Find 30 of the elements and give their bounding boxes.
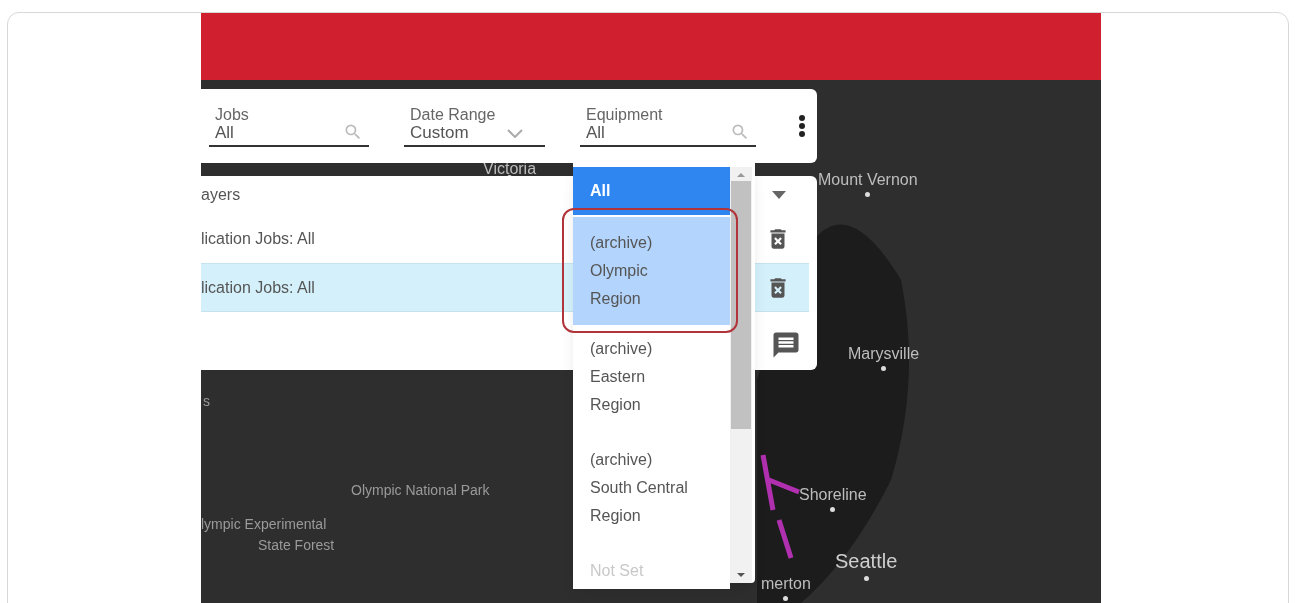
filter-field[interactable]: Date Range Custom <box>404 105 545 147</box>
map-place-label: Shoreline <box>799 485 867 505</box>
filter-label: Equipment <box>586 105 664 124</box>
scrollbar[interactable] <box>730 167 752 583</box>
map-place-label: merton <box>761 574 811 594</box>
filter-value: Custom <box>410 123 469 142</box>
caret-icon <box>772 191 786 199</box>
filter-field[interactable]: Equipment All <box>580 105 756 147</box>
map-place-label: lympic Experimental <box>201 515 327 534</box>
layers-title: ayers <box>201 185 241 205</box>
filter-label: Jobs <box>215 105 250 124</box>
filter-value: All <box>215 123 235 142</box>
map-place-label: Victoria <box>483 162 537 175</box>
map-place-label: State Forest <box>258 536 335 555</box>
map-place-label: Olympic National Park <box>351 481 490 500</box>
map-place-label: Mount Vernon <box>818 170 918 190</box>
map-place-label: Marysville <box>848 344 920 364</box>
comment-icon[interactable] <box>771 330 801 360</box>
chevron-down-icon <box>507 128 523 138</box>
layer-label: lication Jobs: All <box>201 277 315 298</box>
filter-value: All <box>586 123 605 142</box>
filter-label: Date Range <box>410 105 497 124</box>
map-place-label: Seattle <box>835 549 898 574</box>
dropdown-option[interactable]: All <box>573 167 730 215</box>
scroll-down-icon[interactable] <box>737 573 745 577</box>
filter-field[interactable]: Jobs All <box>209 105 369 147</box>
layer-label: lication Jobs: All <box>201 228 315 249</box>
map-place-label: s <box>203 392 210 411</box>
kebab-icon <box>799 115 805 137</box>
dropdown-option[interactable]: (archive) Olympic Region <box>573 217 730 325</box>
